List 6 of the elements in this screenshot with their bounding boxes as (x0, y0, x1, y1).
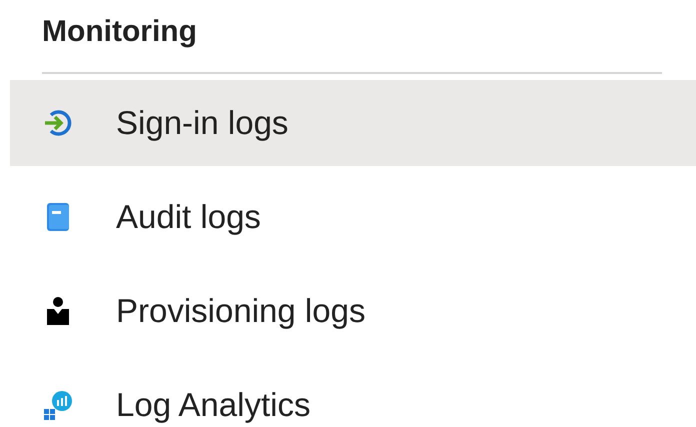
section-title: Monitoring (41, 14, 198, 50)
nav-item[interactable]: Audit logs (10, 174, 696, 260)
nav-item[interactable]: Provisioning logs (10, 268, 696, 354)
analytics-icon (42, 389, 74, 421)
nav-item[interactable]: Sign-in logs (10, 80, 696, 166)
nav-item[interactable]: Log Analytics (10, 362, 696, 427)
